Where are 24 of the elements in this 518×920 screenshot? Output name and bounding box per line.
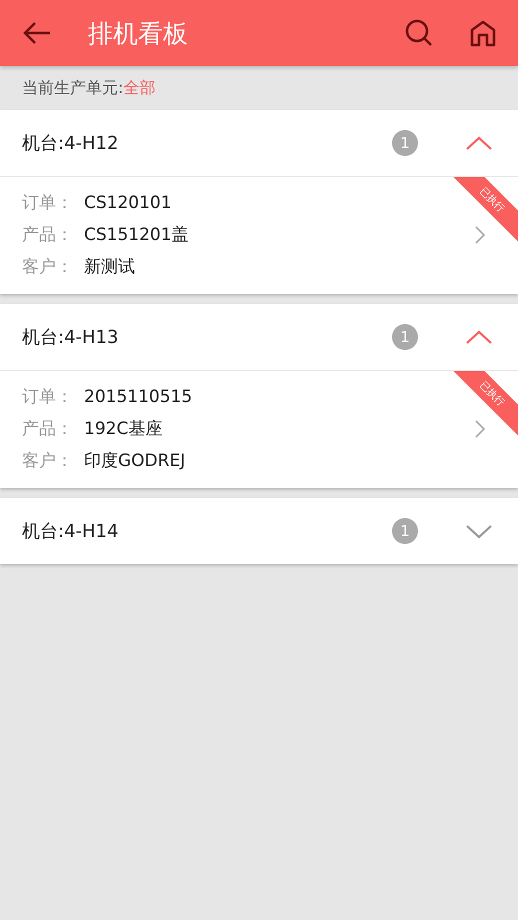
count-badge: 1: [392, 324, 418, 350]
order-item[interactable]: 订单： 2015110515 产品： 192C基座 客户： 印度GODREJ 已执行: [0, 370, 518, 488]
field-label: 客户：: [22, 256, 74, 278]
order-item[interactable]: 订单： CS120101 产品： CS151201盖 客户： 新测试 已执行: [0, 176, 518, 294]
chevron-right-icon: [474, 224, 486, 244]
field-value: CS151201盖: [84, 224, 189, 246]
field-label: 订单：: [22, 192, 74, 214]
chevron-right-icon: [474, 418, 486, 438]
count-badge: 1: [392, 518, 418, 544]
field-value: 192C基座: [84, 418, 162, 440]
page-title: 排机看板: [88, 18, 189, 50]
machine-title: 机台:4-H14: [22, 520, 120, 543]
field-label: 订单：: [22, 386, 74, 408]
field-value: 新测试: [84, 256, 135, 278]
field-label: 客户：: [22, 450, 74, 472]
machine-title: 机台:4-H12: [22, 132, 120, 155]
field-value: CS120101: [84, 192, 172, 212]
count-badge: 1: [392, 130, 418, 156]
field-value: 2015110515: [84, 386, 192, 406]
machine-title: 机台:4-H13: [22, 326, 120, 349]
field-label: 产品：: [22, 418, 74, 440]
field-label: 产品：: [22, 224, 74, 246]
filter-label: 当前生产单元:: [22, 78, 124, 98]
field-value: 印度GODREJ: [84, 450, 186, 472]
